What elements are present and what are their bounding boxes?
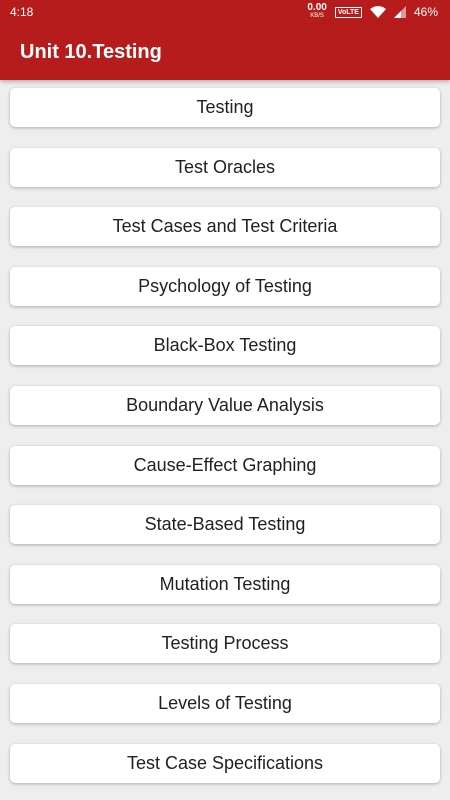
topic-card-state-based-testing[interactable]: State-Based Testing [10,505,440,544]
topic-card-boundary-value-analysis[interactable]: Boundary Value Analysis [10,386,440,425]
network-speed-value: 0.00 [307,2,327,13]
volte-badge: VoLTE [334,6,362,18]
topic-card-test-oracles[interactable]: Test Oracles [10,148,440,187]
topic-list: Testing Test Oracles Test Cases and Test… [0,80,450,800]
network-speed-unit: KB/S [310,13,324,19]
topic-label: Test Cases and Test Criteria [112,216,338,236]
topic-card-test-cases-and-test-criteria[interactable]: Test Cases and Test Criteria [10,207,440,246]
page-title: Unit 10.Testing [20,40,162,63]
topic-card-cause-effect-graphing[interactable]: Cause-Effect Graphing [10,446,440,485]
topic-card-psychology-of-testing[interactable]: Psychology of Testing [10,267,440,306]
network-speed: 0.00 KB/S [307,2,327,20]
topic-label: Test Case Specifications [126,753,324,773]
topic-label: Testing Process [161,633,289,653]
status-bar: 4:18 0.00 KB/S VoLTE 46% [0,0,450,24]
topic-label: Mutation Testing [159,574,291,594]
topic-card-testing-process[interactable]: Testing Process [10,624,440,663]
topic-label: Psychology of Testing [138,276,312,296]
topic-card-black-box-testing[interactable]: Black-Box Testing [10,326,440,365]
app-bar: Unit 10.Testing [0,24,450,80]
battery-text: 46% [413,5,438,19]
topic-label: State-Based Testing [144,514,306,534]
signal-icon [393,6,406,18]
status-time: 4:18 [10,5,34,19]
topic-card-test-case-specifications[interactable]: Test Case Specifications [10,744,440,783]
topic-card-testing[interactable]: Testing [10,88,440,127]
wifi-icon [369,6,386,18]
topic-label: Black-Box Testing [153,335,297,355]
topic-label: Testing [196,97,254,117]
status-icons: 0.00 KB/S VoLTE 46% [307,2,438,20]
topic-label: Test Oracles [174,157,276,177]
topic-label: Levels of Testing [158,693,292,713]
topic-label: Boundary Value Analysis [126,395,324,415]
topic-card-levels-of-testing[interactable]: Levels of Testing [10,684,440,723]
topic-label: Cause-Effect Graphing [133,455,317,475]
topic-card-mutation-testing[interactable]: Mutation Testing [10,565,440,604]
